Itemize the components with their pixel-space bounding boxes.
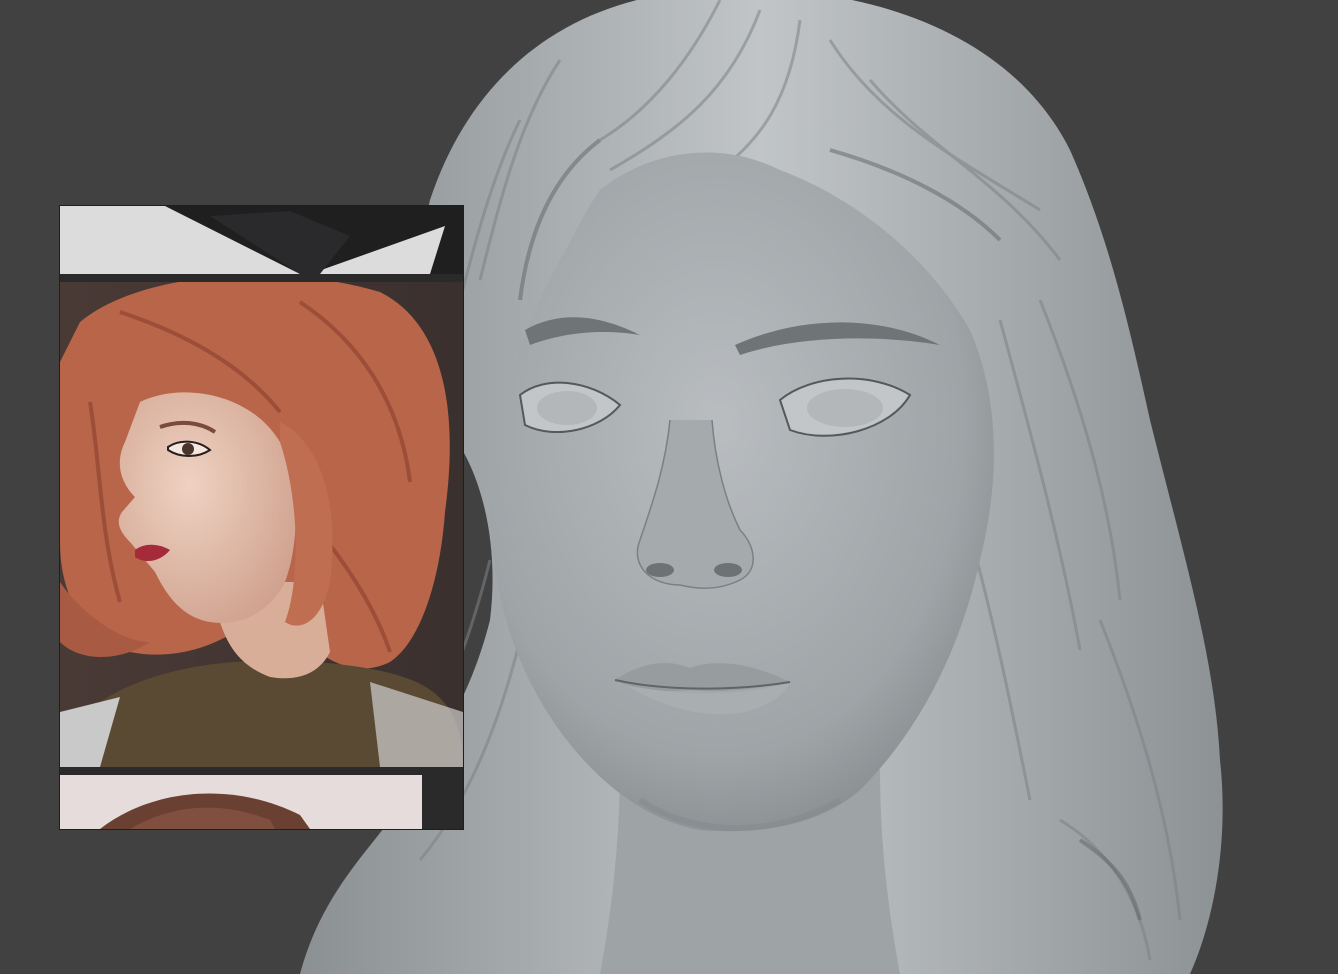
reference-image-top-crop[interactable] xyxy=(60,206,463,274)
reference-image-panel[interactable] xyxy=(60,206,463,829)
reference-image-bottom-crop[interactable] xyxy=(60,775,463,829)
reference-photo-red-haired-woman[interactable] xyxy=(60,282,463,767)
